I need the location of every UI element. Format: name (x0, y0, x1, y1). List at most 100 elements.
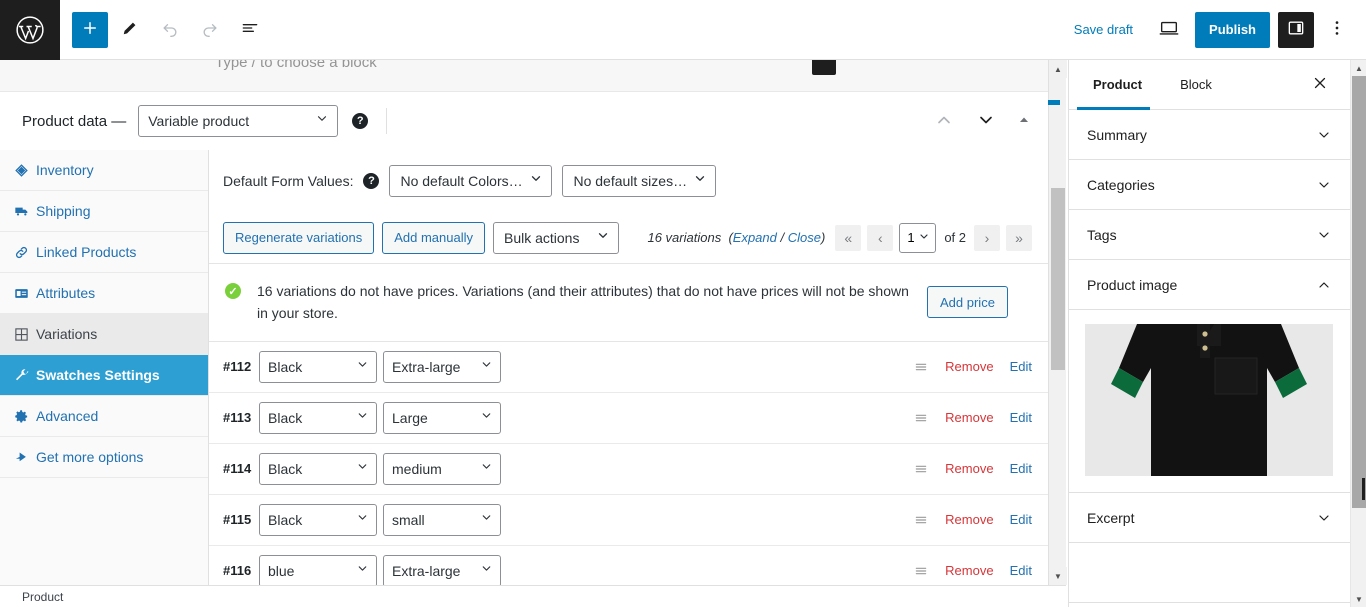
product-data-title: Product data — (22, 112, 127, 130)
edit-variation-link[interactable]: Edit (1010, 563, 1032, 578)
sidebar-item-label: Variations (36, 326, 98, 342)
sidebar-item-variations[interactable]: Variations (0, 314, 208, 355)
bulk-actions-select[interactable]: Bulk actions (492, 221, 619, 254)
remove-variation-link[interactable]: Remove (945, 563, 993, 578)
variation-size-select[interactable]: Large (383, 401, 501, 434)
default-color-select[interactable]: No default Colors… (389, 165, 553, 197)
page-scrollbar[interactable]: ▲ ▼ (1350, 60, 1366, 607)
close-link[interactable]: Close (788, 230, 821, 245)
variation-color-select[interactable]: Black (259, 452, 377, 485)
redo-button[interactable] (192, 12, 228, 48)
editor-scrollbar[interactable]: ▲ ▼ (1048, 60, 1067, 585)
expand-link[interactable]: Expand (733, 230, 777, 245)
edit-variation-link[interactable]: Edit (1010, 359, 1032, 374)
drag-handle-icon[interactable] (913, 410, 929, 426)
scrollbar-thumb[interactable] (1051, 188, 1065, 370)
settings-section-product-image[interactable]: Product image (1069, 260, 1350, 310)
regenerate-variations-button[interactable]: Regenerate variations (223, 221, 375, 254)
settings-sidebar-toggle[interactable] (1278, 11, 1314, 48)
default-size-select[interactable]: No default sizes… (562, 165, 717, 197)
drag-handle-icon[interactable] (913, 563, 929, 579)
close-settings-button[interactable] (1304, 69, 1336, 101)
scroll-up-arrow-icon[interactable]: ▲ (1351, 60, 1366, 76)
product-type-select[interactable]: Variable product (138, 105, 339, 137)
tools-pencil-button[interactable] (112, 12, 148, 48)
variation-color-select[interactable]: Black (259, 401, 377, 434)
variation-color-select[interactable]: Black (259, 350, 377, 383)
product-type-help-icon[interactable]: ? (352, 113, 369, 129)
sidebar-item-attributes[interactable]: Attributes (0, 273, 208, 314)
variations-count: 16 variations (647, 230, 722, 245)
drag-handle-icon[interactable] (913, 461, 929, 477)
link-icon (14, 245, 36, 260)
remove-variation-link[interactable]: Remove (945, 410, 993, 425)
edit-variation-link[interactable]: Edit (1010, 410, 1032, 425)
block-appender-box[interactable] (812, 60, 836, 75)
sidebar-item-linked-products[interactable]: Linked Products (0, 232, 208, 273)
variation-actions: Remove Edit (913, 359, 1048, 375)
scroll-up-arrow-icon[interactable]: ▲ (1049, 60, 1067, 78)
scrollbar-thumb[interactable] (1352, 76, 1366, 508)
last-page-button[interactable]: » (1006, 224, 1032, 251)
toolbar-left-group (60, 11, 268, 48)
settings-section-categories[interactable]: Categories (1069, 160, 1350, 210)
section-label: Excerpt (1087, 509, 1135, 526)
settings-section-summary[interactable]: Summary (1069, 110, 1350, 160)
edit-variation-link[interactable]: Edit (1010, 512, 1032, 527)
product-image-container[interactable] (1069, 310, 1350, 493)
variations-pagination: 16 variations (Expand / Close) « ‹ 1 of … (647, 222, 1048, 253)
variation-id: #114 (223, 461, 252, 477)
settings-section-excerpt[interactable]: Excerpt (1069, 493, 1350, 543)
move-down-button[interactable] (976, 110, 996, 133)
page-number-select[interactable]: 1 (899, 222, 937, 253)
wordpress-logo-button[interactable] (0, 0, 60, 60)
add-manually-button[interactable]: Add manually (382, 221, 485, 254)
drag-handle-icon[interactable] (913, 512, 929, 528)
drag-handle-icon[interactable] (913, 359, 929, 375)
variation-color-select[interactable]: Black (259, 503, 377, 536)
remove-variation-link[interactable]: Remove (945, 512, 993, 527)
tab-block[interactable]: Block (1172, 60, 1220, 110)
sidebar-item-advanced[interactable]: Advanced (0, 396, 208, 437)
variation-size-select[interactable]: Extra-large (383, 350, 501, 383)
save-draft-button[interactable]: Save draft (1064, 16, 1143, 43)
plus-icon (81, 19, 99, 40)
variation-size-select[interactable]: Extra-large (383, 554, 501, 585)
remove-variation-link[interactable]: Remove (945, 461, 993, 476)
list-view-button[interactable] (232, 12, 268, 48)
undo-button[interactable] (152, 12, 188, 48)
pencil-icon (120, 18, 140, 41)
scroll-down-arrow-icon[interactable]: ▼ (1351, 591, 1366, 607)
edit-variation-link[interactable]: Edit (1010, 461, 1032, 476)
move-up-button[interactable] (934, 110, 954, 133)
first-page-button[interactable]: « (835, 224, 862, 251)
sidebar-item-shipping[interactable]: Shipping (0, 191, 208, 232)
settings-section-placeholder (1069, 543, 1350, 603)
more-options-button[interactable] (1322, 12, 1352, 48)
text-cursor (1362, 478, 1365, 500)
block-placeholder-text: Type / to choose a block (215, 60, 377, 71)
sidebar-item-get-more-options[interactable]: Get more options (0, 437, 208, 478)
collapse-panel-button[interactable] (1018, 114, 1030, 129)
scroll-down-arrow-icon[interactable]: ▼ (1049, 567, 1067, 585)
remove-variation-link[interactable]: Remove (945, 359, 993, 374)
next-page-button[interactable]: › (974, 224, 1000, 251)
variation-size-select[interactable]: small (383, 503, 501, 536)
publish-button[interactable]: Publish (1195, 11, 1270, 48)
preview-button[interactable] (1151, 12, 1187, 48)
wrench-icon (14, 368, 36, 383)
settings-section-tags[interactable]: Tags (1069, 210, 1350, 260)
add-price-button[interactable]: Add price (927, 286, 1008, 319)
section-label: Summary (1087, 126, 1147, 143)
product-image[interactable] (1085, 324, 1333, 476)
block-placeholder-strip[interactable]: Type / to choose a block (0, 60, 1048, 92)
prev-page-button[interactable]: ‹ (867, 224, 894, 251)
sidebar-item-inventory[interactable]: Inventory (0, 150, 208, 191)
sidebar-item-swatches-settings[interactable]: Swatches Settings (0, 355, 208, 396)
tab-product[interactable]: Product (1076, 60, 1151, 110)
variation-color-select[interactable]: blue (259, 554, 377, 585)
default-form-values-help-icon[interactable]: ? (363, 173, 380, 189)
chevron-up-icon (1316, 277, 1332, 293)
add-block-button[interactable] (72, 11, 108, 48)
variation-size-select[interactable]: medium (383, 452, 501, 485)
